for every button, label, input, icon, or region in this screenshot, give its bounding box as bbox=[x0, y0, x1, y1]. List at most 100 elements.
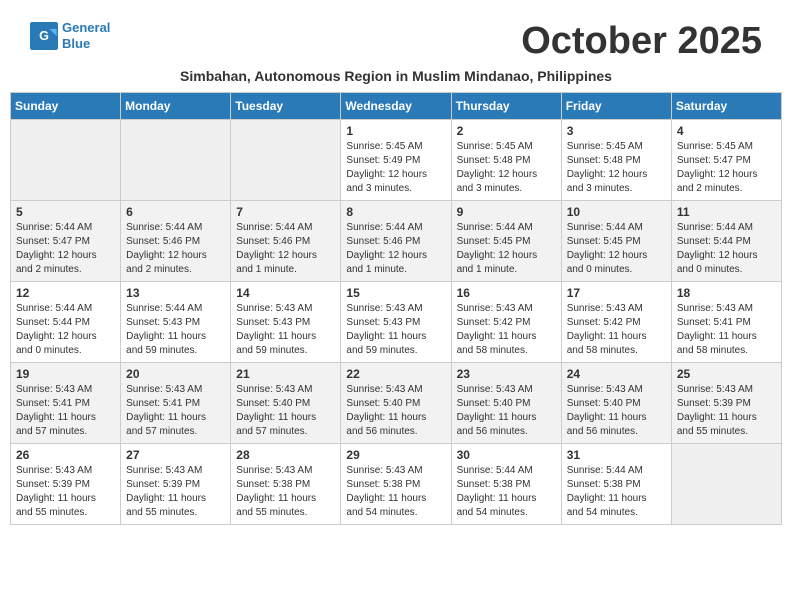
calendar-cell: 18 Sunrise: 5:43 AM Sunset: 5:41 PM Dayli… bbox=[671, 282, 781, 363]
calendar-cell: 28 Sunrise: 5:43 AM Sunset: 5:38 PM Dayli… bbox=[231, 444, 341, 525]
calendar-cell: 23Sunrise: 5:43 AM Sunset: 5:40 PM Dayli… bbox=[451, 363, 561, 444]
logo: G General Blue bbox=[30, 20, 110, 51]
day-info: Sunrise: 5:43 AM Sunset: 5:39 PM Dayligh… bbox=[16, 464, 115, 520]
calendar-cell: 30Sunrise: 5:44 AM Sunset: 5:38 PM Dayli… bbox=[451, 444, 561, 525]
day-number: 28 bbox=[236, 448, 335, 462]
calendar-week-row: 26Sunrise: 5:43 AM Sunset: 5:39 PM Dayli… bbox=[11, 444, 782, 525]
weekday-header: Saturday bbox=[671, 93, 781, 120]
day-info: Sunrise: 5:43 AM Sunset: 5:40 PM Dayligh… bbox=[346, 383, 445, 439]
day-info: Sunrise: 5:44 AM Sunset: 5:44 PM Dayligh… bbox=[677, 221, 776, 277]
day-number: 7 bbox=[236, 205, 335, 219]
weekday-header: Friday bbox=[561, 93, 671, 120]
calendar-week-row: 19 Sunrise: 5:43 AM Sunset: 5:41 PM Dayli… bbox=[11, 363, 782, 444]
day-number: 18 bbox=[677, 286, 776, 300]
calendar-cell: 15 Sunrise: 5:43 AM Sunset: 5:43 PM Dayli… bbox=[341, 282, 451, 363]
calendar-week-row: 5 Sunrise: 5:44 AM Sunset: 5:47 PM Daylig… bbox=[11, 201, 782, 282]
day-info: Sunrise: 5:44 AM Sunset: 5:46 PM Dayligh… bbox=[346, 221, 445, 277]
day-info: Sunrise: 5:43 AM Sunset: 5:41 PM Dayligh… bbox=[126, 383, 225, 439]
day-info: Sunrise: 5:45 AM Sunset: 5:48 PM Dayligh… bbox=[567, 140, 666, 196]
day-number: 2 bbox=[457, 124, 556, 138]
day-number: 13 bbox=[126, 286, 225, 300]
calendar-cell: 1Sunrise: 5:45 AM Sunset: 5:49 PM Daylig… bbox=[341, 120, 451, 201]
day-info: Sunrise: 5:43 AM Sunset: 5:43 PM Dayligh… bbox=[346, 302, 445, 358]
day-info: Sunrise: 5:43 AM Sunset: 5:41 PM Dayligh… bbox=[16, 383, 115, 439]
calendar-cell: 25 Sunrise: 5:43 AM Sunset: 5:39 PM Dayli… bbox=[671, 363, 781, 444]
day-info: Sunrise: 5:43 AM Sunset: 5:41 PM Dayligh… bbox=[677, 302, 776, 358]
calendar-cell: 21 Sunrise: 5:43 AM Sunset: 5:40 PM Dayli… bbox=[231, 363, 341, 444]
day-number: 29 bbox=[346, 448, 445, 462]
calendar-cell bbox=[121, 120, 231, 201]
calendar-cell: 26Sunrise: 5:43 AM Sunset: 5:39 PM Dayli… bbox=[11, 444, 121, 525]
calendar-cell: 29 Sunrise: 5:43 AM Sunset: 5:38 PM Dayli… bbox=[341, 444, 451, 525]
month-title: October 2025 bbox=[521, 20, 762, 63]
day-number: 27 bbox=[126, 448, 225, 462]
calendar-cell: 14Sunrise: 5:43 AM Sunset: 5:43 PM Dayli… bbox=[231, 282, 341, 363]
day-number: 17 bbox=[567, 286, 666, 300]
day-number: 23 bbox=[457, 367, 556, 381]
day-info: Sunrise: 5:43 AM Sunset: 5:38 PM Dayligh… bbox=[236, 464, 335, 520]
calendar-cell: 16Sunrise: 5:43 AM Sunset: 5:42 PM Dayli… bbox=[451, 282, 561, 363]
calendar-table: SundayMondayTuesdayWednesdayThursdayFrid… bbox=[10, 92, 782, 525]
calendar-cell: 13 Sunrise: 5:44 AM Sunset: 5:43 PM Dayli… bbox=[121, 282, 231, 363]
weekday-header: Monday bbox=[121, 93, 231, 120]
day-number: 11 bbox=[677, 205, 776, 219]
day-number: 25 bbox=[677, 367, 776, 381]
day-number: 1 bbox=[346, 124, 445, 138]
day-number: 24 bbox=[567, 367, 666, 381]
day-number: 21 bbox=[236, 367, 335, 381]
day-info: Sunrise: 5:44 AM Sunset: 5:38 PM Dayligh… bbox=[457, 464, 556, 520]
calendar-cell: 2 Sunrise: 5:45 AM Sunset: 5:48 PM Daylig… bbox=[451, 120, 561, 201]
svg-text:G: G bbox=[39, 29, 49, 43]
calendar-cell: 9Sunrise: 5:44 AM Sunset: 5:45 PM Daylig… bbox=[451, 201, 561, 282]
calendar-cell: 27 Sunrise: 5:43 AM Sunset: 5:39 PM Dayli… bbox=[121, 444, 231, 525]
calendar-cell: 19 Sunrise: 5:43 AM Sunset: 5:41 PM Dayli… bbox=[11, 363, 121, 444]
day-info: Sunrise: 5:44 AM Sunset: 5:45 PM Dayligh… bbox=[567, 221, 666, 277]
day-info: Sunrise: 5:43 AM Sunset: 5:40 PM Dayligh… bbox=[567, 383, 666, 439]
day-number: 22 bbox=[346, 367, 445, 381]
day-info: Sunrise: 5:43 AM Sunset: 5:42 PM Dayligh… bbox=[567, 302, 666, 358]
day-number: 16 bbox=[457, 286, 556, 300]
day-info: Sunrise: 5:44 AM Sunset: 5:46 PM Dayligh… bbox=[236, 221, 335, 277]
calendar-cell: 5 Sunrise: 5:44 AM Sunset: 5:47 PM Daylig… bbox=[11, 201, 121, 282]
calendar-cell: 10 Sunrise: 5:44 AM Sunset: 5:45 PM Dayli… bbox=[561, 201, 671, 282]
day-number: 19 bbox=[16, 367, 115, 381]
logo-line2: Blue bbox=[62, 36, 90, 51]
day-number: 3 bbox=[567, 124, 666, 138]
day-info: Sunrise: 5:44 AM Sunset: 5:44 PM Dayligh… bbox=[16, 302, 115, 358]
calendar-header-row: SundayMondayTuesdayWednesdayThursdayFrid… bbox=[11, 93, 782, 120]
day-info: Sunrise: 5:44 AM Sunset: 5:43 PM Dayligh… bbox=[126, 302, 225, 358]
calendar-cell: 8Sunrise: 5:44 AM Sunset: 5:46 PM Daylig… bbox=[341, 201, 451, 282]
day-number: 5 bbox=[16, 205, 115, 219]
calendar-cell: 22 Sunrise: 5:43 AM Sunset: 5:40 PM Dayli… bbox=[341, 363, 451, 444]
day-info: Sunrise: 5:44 AM Sunset: 5:38 PM Dayligh… bbox=[567, 464, 666, 520]
logo-icon: G bbox=[30, 22, 58, 50]
calendar-cell: 11 Sunrise: 5:44 AM Sunset: 5:44 PM Dayli… bbox=[671, 201, 781, 282]
calendar-cell: 4 Sunrise: 5:45 AM Sunset: 5:47 PM Daylig… bbox=[671, 120, 781, 201]
calendar-cell: 6Sunrise: 5:44 AM Sunset: 5:46 PM Daylig… bbox=[121, 201, 231, 282]
calendar-cell: 3 Sunrise: 5:45 AM Sunset: 5:48 PM Daylig… bbox=[561, 120, 671, 201]
day-number: 20 bbox=[126, 367, 225, 381]
day-info: Sunrise: 5:43 AM Sunset: 5:38 PM Dayligh… bbox=[346, 464, 445, 520]
day-number: 4 bbox=[677, 124, 776, 138]
calendar-cell: 17 Sunrise: 5:43 AM Sunset: 5:42 PM Dayli… bbox=[561, 282, 671, 363]
calendar-cell: 24 Sunrise: 5:43 AM Sunset: 5:40 PM Dayli… bbox=[561, 363, 671, 444]
subtitle: Simbahan, Autonomous Region in Muslim Mi… bbox=[10, 68, 782, 84]
calendar-week-row: 12 Sunrise: 5:44 AM Sunset: 5:44 PM Dayli… bbox=[11, 282, 782, 363]
calendar-cell bbox=[11, 120, 121, 201]
day-info: Sunrise: 5:45 AM Sunset: 5:47 PM Dayligh… bbox=[677, 140, 776, 196]
day-number: 6 bbox=[126, 205, 225, 219]
header: G General Blue October 2025 bbox=[10, 10, 782, 68]
day-info: Sunrise: 5:43 AM Sunset: 5:40 PM Dayligh… bbox=[236, 383, 335, 439]
day-info: Sunrise: 5:44 AM Sunset: 5:47 PM Dayligh… bbox=[16, 221, 115, 277]
day-number: 10 bbox=[567, 205, 666, 219]
day-info: Sunrise: 5:43 AM Sunset: 5:39 PM Dayligh… bbox=[677, 383, 776, 439]
day-info: Sunrise: 5:45 AM Sunset: 5:48 PM Dayligh… bbox=[457, 140, 556, 196]
calendar-week-row: 1Sunrise: 5:45 AM Sunset: 5:49 PM Daylig… bbox=[11, 120, 782, 201]
day-number: 15 bbox=[346, 286, 445, 300]
logo-text: General Blue bbox=[62, 20, 110, 51]
calendar-cell: 12 Sunrise: 5:44 AM Sunset: 5:44 PM Dayli… bbox=[11, 282, 121, 363]
day-info: Sunrise: 5:43 AM Sunset: 5:39 PM Dayligh… bbox=[126, 464, 225, 520]
calendar-cell bbox=[671, 444, 781, 525]
weekday-header: Tuesday bbox=[231, 93, 341, 120]
day-number: 12 bbox=[16, 286, 115, 300]
